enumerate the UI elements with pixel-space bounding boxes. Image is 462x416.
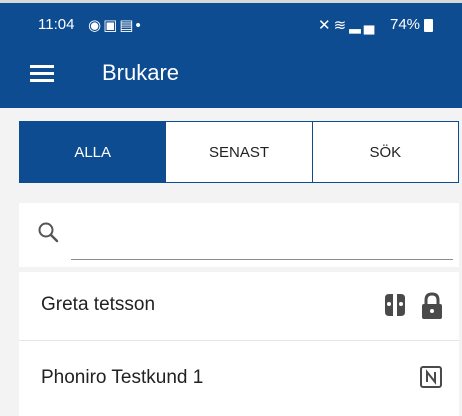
battery-level: 74%	[390, 16, 421, 33]
battery-icon	[424, 19, 433, 32]
list-item[interactable]: Phoniro Testkund 1	[19, 341, 459, 416]
user-icons	[383, 292, 443, 320]
filter-tabs: ALLA SENAST SÖK	[19, 121, 459, 183]
app-header: 11:04 ◉▣▤• ✕≋▂▄ 74% Brukare	[0, 3, 462, 108]
tab-sok[interactable]: SÖK	[311, 122, 458, 182]
search-underline	[71, 259, 453, 260]
mute-icon: ✕	[318, 17, 334, 34]
status-bar: 11:04 ◉▣▤• ✕≋▂▄ 74%	[0, 3, 462, 51]
signal-icon: ▂▄	[349, 17, 378, 34]
screenshot-icon: ▣	[103, 17, 120, 34]
menu-icon[interactable]	[30, 63, 54, 83]
page-title: Brukare	[102, 60, 180, 85]
tab-alla[interactable]: ALLA	[20, 122, 166, 182]
notification-icons: ◉▣▤•	[88, 16, 143, 34]
user-list: Greta tetsson Phoniro Testkund 1	[19, 272, 459, 416]
eye-icon: ◉	[88, 17, 104, 34]
dot-icon: •	[135, 17, 143, 34]
message-icon: ▤	[119, 17, 136, 34]
user-name: Phoniro Testkund 1	[41, 367, 204, 388]
list-item[interactable]: Greta tetsson	[19, 272, 459, 341]
search-bar	[19, 203, 459, 267]
user-name: Greta tetsson	[41, 294, 156, 315]
user-icons	[419, 365, 443, 389]
search-input[interactable]	[71, 215, 455, 251]
system-icons: ✕≋▂▄	[318, 16, 377, 34]
status-time: 11:04	[38, 16, 75, 33]
lock-icon	[422, 292, 442, 319]
nfc-tag-icon	[420, 366, 442, 388]
tab-senast[interactable]: SENAST	[165, 122, 312, 182]
wifi-icon: ≋	[333, 17, 350, 34]
key-pair-icon	[385, 294, 405, 316]
search-icon	[38, 222, 59, 243]
